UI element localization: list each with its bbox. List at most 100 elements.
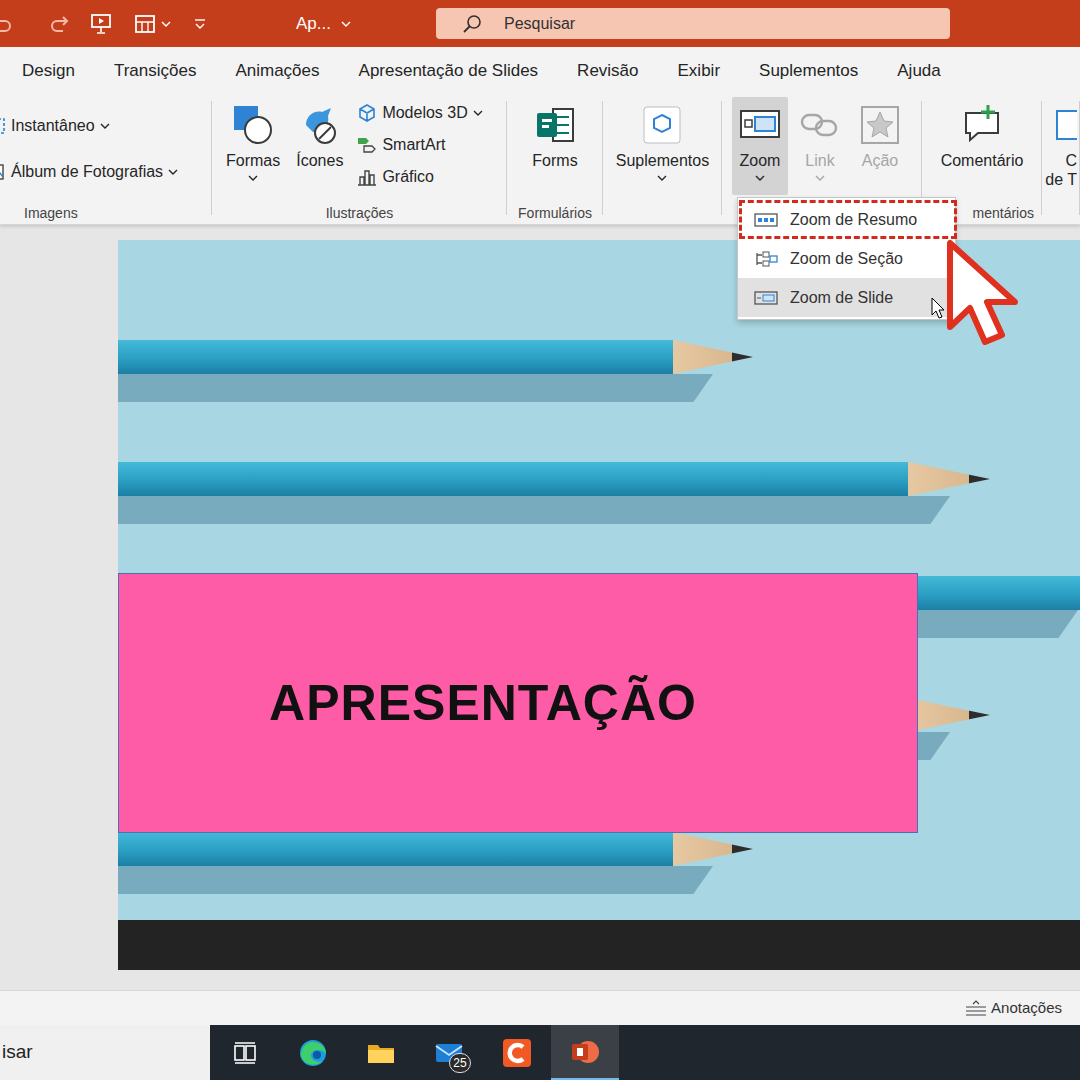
- caret-icon[interactable]: [168, 169, 178, 175]
- ribbon-button[interactable]: Álbum de Fotografias: [0, 156, 182, 188]
- notification-badge: 25: [449, 1053, 471, 1073]
- menu-item-label: Zoom de Resumo: [790, 208, 917, 232]
- ribbon-tab[interactable]: Transições: [114, 54, 197, 88]
- caret-icon[interactable]: [161, 21, 171, 27]
- ribbon-tab[interactable]: Revisão: [577, 54, 638, 88]
- caret-icon[interactable]: [657, 175, 667, 181]
- ribbon-tab[interactable]: Suplementos: [759, 54, 858, 88]
- button-label: SmartArt: [382, 133, 445, 157]
- camtasia-icon: [501, 1037, 533, 1069]
- button-label: Modelos 3D: [382, 101, 467, 125]
- ribbon-button[interactable]: Comentário: [935, 97, 1030, 195]
- pencil-tip: [673, 340, 753, 374]
- edge-icon: [298, 1038, 328, 1068]
- taskbar-app[interactable]: [279, 1025, 347, 1080]
- notes-button[interactable]: Anotações: [965, 997, 1062, 1020]
- section-zoom-icon: [754, 251, 778, 267]
- ribbon-button[interactable]: C de T: [1043, 97, 1080, 195]
- caret-icon[interactable]: [755, 175, 765, 181]
- ribbon-button[interactable]: SmartArt: [353, 129, 486, 161]
- redo-icon[interactable]: [48, 12, 72, 36]
- ribbon-button[interactable]: Gráfico: [353, 161, 486, 193]
- caret-icon[interactable]: [815, 175, 825, 181]
- ribbon-button: Link: [792, 97, 848, 195]
- notes-label: Anotações: [991, 997, 1062, 1020]
- star-icon: [858, 99, 902, 151]
- highlight-frame: [739, 200, 957, 239]
- search-input[interactable]: [504, 12, 950, 36]
- ribbon-group: Suplementos: [603, 95, 722, 225]
- menu-item-label: Zoom de Seção: [790, 247, 903, 271]
- screenshot-icon: [0, 116, 6, 136]
- ribbon-button: Ação: [852, 97, 908, 195]
- icons-icon: [298, 99, 342, 151]
- ribbon-tab[interactable]: Design: [22, 54, 75, 88]
- ribbon-button[interactable]: Instantâneo: [0, 110, 182, 142]
- taskbar-app[interactable]: [551, 1025, 619, 1080]
- button-label: Zoom: [740, 151, 781, 170]
- button-label: Forms: [532, 151, 577, 170]
- zoom-icon: [738, 99, 782, 151]
- caret-icon[interactable]: [473, 110, 483, 116]
- ribbon-button[interactable]: Zoom: [732, 97, 788, 195]
- taskbar-apps: 25: [210, 1025, 619, 1080]
- menu-item-label: Zoom de Slide: [790, 286, 893, 310]
- ribbon-button[interactable]: Modelos 3D: [353, 97, 486, 129]
- ribbon-group-body: Forms: [507, 95, 603, 203]
- summary-zoom-icon: [754, 212, 778, 228]
- button-label: Ícones: [296, 151, 343, 170]
- zoom-menu: Zoom de Resumo Zoom de Seção Zoom de Slide: [737, 197, 956, 320]
- pencil: [118, 462, 908, 496]
- caret-icon[interactable]: [341, 21, 351, 27]
- ribbon-tabs: Design Transições Animações Apresentação de…: [0, 47, 1080, 95]
- caret-icon[interactable]: [248, 175, 258, 181]
- ribbon-button[interactable]: Suplementos: [610, 97, 715, 195]
- ribbon-tab[interactable]: Animações: [235, 54, 319, 88]
- customize-icon[interactable]: [193, 17, 207, 31]
- button-label: Ação: [862, 151, 898, 170]
- taskbar-app[interactable]: 25: [415, 1025, 483, 1080]
- menu-item[interactable]: Zoom de Slide: [738, 278, 955, 317]
- table-icon[interactable]: [133, 12, 157, 36]
- shapes-icon: [231, 99, 275, 151]
- ribbon-group-body: Zoom Link Ação: [722, 95, 922, 203]
- ribbon-button[interactable]: Ícones: [290, 97, 349, 195]
- pencil: [118, 340, 673, 374]
- taskbar-app[interactable]: [483, 1025, 551, 1080]
- taskbar-search[interactable]: isar: [0, 1025, 210, 1080]
- taskbar-app[interactable]: [347, 1025, 415, 1080]
- ribbon-group: InstantâneoÁlbum de FotografiasImagens: [0, 95, 212, 225]
- search-box[interactable]: [436, 8, 950, 39]
- slide-title[interactable]: APRESENTAÇÃO: [269, 666, 697, 741]
- menu-item[interactable]: Zoom de Seção: [738, 239, 955, 278]
- ribbon-tab[interactable]: Ajuda: [897, 54, 940, 88]
- title-area: Ap...: [0, 11, 436, 37]
- ribbon-button[interactable]: Formas: [220, 97, 286, 195]
- button-label: Suplementos: [616, 151, 709, 170]
- slide[interactable]: APRESENTAÇÃO: [118, 240, 1080, 970]
- ribbon-group: FormasÍconesModelos 3DSmartArtGráficoIlu…: [212, 95, 507, 225]
- caret-icon[interactable]: [100, 123, 110, 129]
- background-photo: APRESENTAÇÃO: [118, 240, 1080, 920]
- undo-icon[interactable]: [0, 12, 14, 36]
- photo-album-icon: [0, 162, 6, 182]
- button-label: Álbum de Fotografias: [11, 160, 163, 184]
- presentation-icon[interactable]: [89, 12, 113, 36]
- ribbon-tab[interactable]: Exibir: [678, 54, 721, 88]
- ribbon-group: C de T: [1042, 95, 1080, 225]
- pencil-shadow: [118, 374, 713, 402]
- ribbon-group-body: Comentário: [922, 95, 1042, 203]
- ribbon-button[interactable]: Forms: [526, 97, 583, 195]
- slide-zoom-icon: [754, 290, 778, 306]
- mouse-pointer-icon: [931, 297, 945, 319]
- group-label: Formulários: [507, 203, 603, 223]
- annotation-pointer-icon: [942, 237, 1034, 349]
- menu-item[interactable]: Zoom de Resumo: [738, 200, 955, 239]
- button-label: Link: [805, 151, 834, 170]
- ribbon-tab[interactable]: Apresentação de Slides: [359, 54, 539, 88]
- document-title[interactable]: Ap...: [296, 11, 331, 37]
- title-shape[interactable]: APRESENTAÇÃO: [118, 573, 918, 833]
- pencil-tip: [908, 462, 990, 496]
- taskbar-app[interactable]: [211, 1025, 279, 1080]
- button-column: Instantâneo Álbum de Fotografias: [0, 97, 182, 188]
